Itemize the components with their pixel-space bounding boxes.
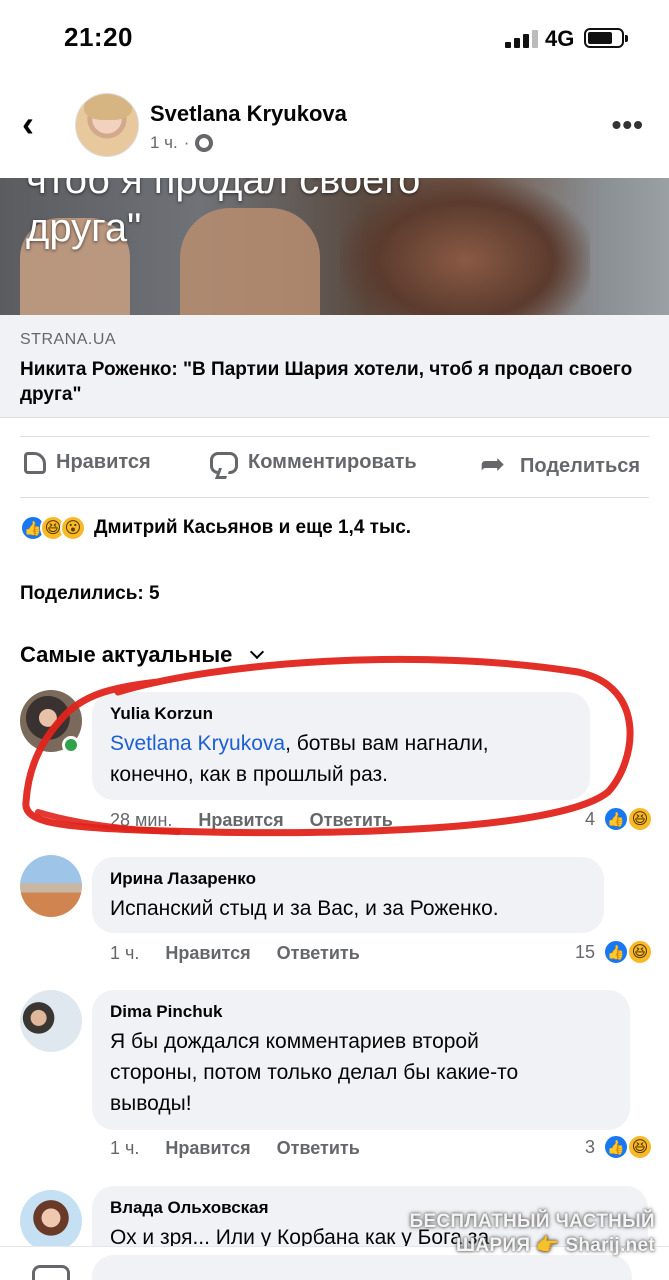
comment-input[interactable] (92, 1255, 632, 1280)
comment-like-button[interactable]: Нравится (198, 810, 283, 831)
sort-label: Самые актуальные (20, 642, 233, 667)
battery-icon (584, 28, 628, 48)
comment-text: Я бы дождался комментариев второй сторон… (110, 1030, 519, 1115)
comment-meta: 28 мин. Нравится Ответить (110, 810, 393, 831)
post-header: ‹ Svetlana Kryukova 1 ч. · ••• (0, 85, 669, 175)
comment-text: Испанский стыд и за Вас, и за Роженко. (110, 897, 499, 920)
comment-reply-button[interactable]: Ответить (277, 1138, 360, 1159)
comment-reactions[interactable]: 3 👍 😆 (584, 1134, 653, 1160)
comment-reply-button[interactable]: Ответить (277, 943, 360, 964)
comment-reaction-count: 15 (574, 941, 595, 962)
comment-bubble: Yulia Korzun Svetlana Kryukova, ботвы ва… (92, 692, 590, 800)
commenter-avatar[interactable] (20, 855, 82, 917)
comment-bubble: Ирина Лазаренко Испанский стыд и за Вас,… (92, 857, 604, 933)
watermark: БЕСПЛАТНЫЙ ЧАСТНЫЙ ШАРИЯ 👉 Sharij.net (409, 1210, 655, 1258)
comment-button[interactable]: Комментировать (210, 451, 417, 474)
chevron-down-icon (250, 644, 265, 660)
post-meta: 1 ч. · (150, 133, 214, 153)
post-actions: Нравится Комментировать Поделиться (0, 437, 669, 497)
post-time[interactable]: 1 ч. (150, 133, 178, 153)
commenter-avatar[interactable] (20, 990, 82, 1052)
comment-time: 1 ч. (110, 943, 140, 963)
share-button[interactable]: Поделиться (480, 447, 641, 482)
article-source: STRANA.UA (20, 331, 117, 348)
author-name[interactable]: Svetlana Kryukova (150, 101, 347, 127)
comment-reaction-count: 3 (584, 1136, 595, 1157)
share-icon (480, 447, 510, 482)
comment-bubble: Dima Pinchuk Я бы дождался комментариев … (92, 990, 630, 1130)
comment-label: Комментировать (248, 451, 417, 473)
share-label: Поделиться (520, 454, 641, 477)
wow-reaction-icon: 😮 (60, 515, 86, 541)
comment-icon (210, 451, 238, 474)
reactions-summary[interactable]: 👍 😆 😮 Дмитрий Касьянов и еще 1,4 тыс. (20, 515, 411, 541)
comment-author[interactable]: Ирина Лазаренко (110, 869, 586, 889)
comment-meta: 1 ч. Нравится Ответить (110, 943, 360, 964)
haha-reaction-icon: 😆 (627, 806, 653, 832)
watermark-line2: ШАРИЯ 👉 Sharij.net (456, 1235, 655, 1256)
like-button[interactable]: Нравится (20, 451, 151, 474)
article-link-card[interactable]: STRANA.UA Никита Роженко: "В Партии Шари… (0, 315, 669, 418)
comment-like-button[interactable]: Нравится (165, 1138, 250, 1159)
comment-reactions[interactable]: 15 👍 😆 (574, 939, 653, 965)
watermark-line1: БЕСПЛАТНЫЙ ЧАСТНЫЙ (409, 1211, 655, 1232)
back-icon[interactable]: ‹ (22, 106, 52, 142)
reactions-text: Дмитрий Касьянов и еще 1,4 тыс. (94, 517, 412, 538)
thumbs-up-icon (24, 451, 46, 474)
comment-author[interactable]: Dima Pinchuk (110, 1002, 612, 1022)
article-image-text: чтоб я продал своего друга" (26, 178, 421, 250)
network-type: 4G (545, 26, 575, 51)
comment-time: 28 мин. (110, 810, 173, 830)
haha-reaction-icon: 😆 (627, 939, 653, 965)
comment-reaction-count: 4 (584, 808, 595, 829)
comment-reply-button[interactable]: Ответить (310, 810, 393, 831)
commenter-avatar[interactable] (20, 1190, 82, 1252)
status-bar: 21:20 4G (0, 0, 669, 78)
shares-count[interactable]: Поделились: 5 (20, 583, 160, 605)
globe-icon (195, 134, 214, 152)
like-reaction-icon: 👍 (603, 939, 629, 965)
like-reaction-icon: 👍 (603, 806, 629, 832)
camera-icon[interactable] (32, 1265, 70, 1280)
comment-text: Svetlana Kryukova, ботвы вам нагнали, ко… (110, 728, 572, 790)
haha-reaction-icon: 😆 (627, 1134, 653, 1160)
signal-icon (505, 30, 539, 48)
like-label: Нравится (56, 451, 151, 473)
more-options-icon[interactable]: ••• (612, 109, 644, 141)
comment-like-button[interactable]: Нравится (165, 943, 250, 964)
article-image[interactable]: чтоб я продал своего друга" (0, 178, 669, 315)
comment-author[interactable]: Yulia Korzun (110, 704, 572, 724)
mention-link[interactable]: Svetlana Kryukova (110, 732, 285, 755)
meta-separator: · (183, 133, 190, 152)
like-reaction-icon: 👍 (603, 1134, 629, 1160)
status-time: 21:20 (64, 22, 133, 52)
online-status-indicator (62, 736, 80, 754)
comment-meta: 1 ч. Нравится Ответить (110, 1138, 360, 1159)
comment-reactions[interactable]: 4 👍 😆 (584, 806, 653, 832)
author-avatar[interactable] (75, 93, 139, 157)
article-title: Никита Роженко: "В Партии Шария хотели, … (20, 359, 633, 405)
comment-time: 1 ч. (110, 1138, 140, 1158)
comment-sort-dropdown[interactable]: Самые актуальные (20, 642, 265, 668)
divider (20, 497, 649, 498)
